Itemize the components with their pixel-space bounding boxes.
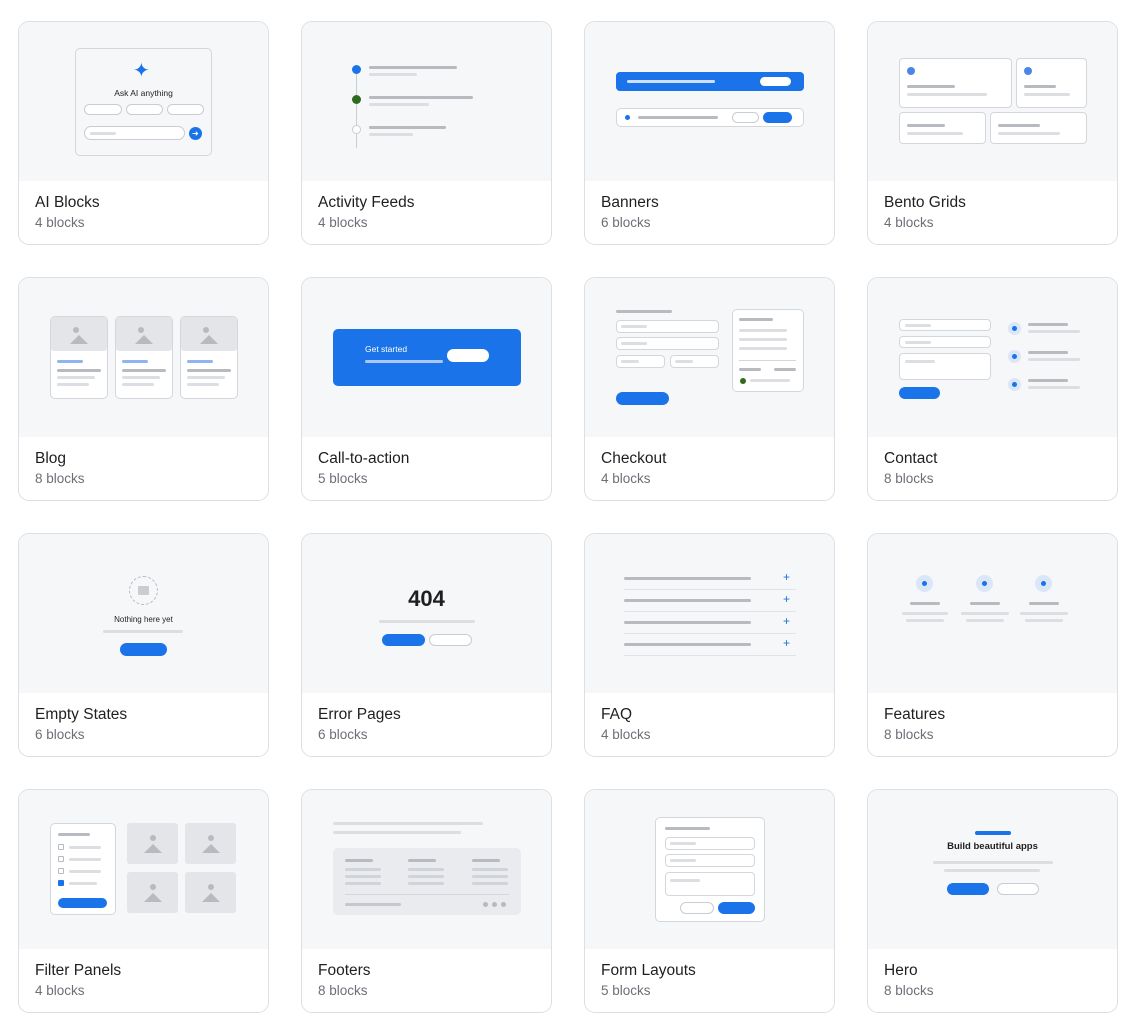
thumbnail-error-pages: 404 bbox=[302, 534, 551, 693]
image-placeholder-icon bbox=[116, 317, 172, 351]
card-count: 4 blocks bbox=[884, 215, 934, 230]
card-title: Bento Grids bbox=[884, 194, 966, 211]
card-count: 4 blocks bbox=[35, 983, 85, 998]
ai-prompt-heading: Ask AI anything bbox=[114, 88, 173, 98]
thumbnail-call-to-action: Get started bbox=[302, 278, 551, 437]
cta-heading: Get started bbox=[365, 344, 408, 354]
sparkle-icon: ✦ bbox=[133, 60, 150, 82]
card-bento-grids[interactable]: Bento Grids 4 blocks bbox=[867, 21, 1118, 245]
card-title: AI Blocks bbox=[35, 194, 100, 211]
thumbnail-faq: + + + + bbox=[585, 534, 834, 693]
card-faq[interactable]: + + + + FAQ 4 blocks bbox=[584, 533, 835, 757]
card-count: 4 blocks bbox=[601, 727, 651, 742]
error-code: 404 bbox=[408, 586, 445, 611]
thumbnail-footers bbox=[302, 790, 551, 949]
thumbnail-banners bbox=[585, 22, 834, 181]
thumbnail-form-layouts bbox=[585, 790, 834, 949]
thumbnail-empty-states: Nothing here yet bbox=[19, 534, 268, 693]
card-count: 6 blocks bbox=[35, 727, 85, 742]
card-count: 6 blocks bbox=[318, 727, 368, 742]
card-contact[interactable]: Contact 8 blocks bbox=[867, 277, 1118, 501]
card-count: 4 blocks bbox=[35, 215, 85, 230]
card-title: Empty States bbox=[35, 706, 128, 723]
card-blog[interactable]: Blog 8 blocks bbox=[18, 277, 269, 501]
card-count: 8 blocks bbox=[884, 983, 934, 998]
card-empty-states[interactable]: Nothing here yet Empty States 6 blocks bbox=[18, 533, 269, 757]
empty-state-heading: Nothing here yet bbox=[114, 615, 173, 624]
card-ai-blocks[interactable]: ✦ Ask AI anything ➜ AI Blocks 4 blocks bbox=[18, 21, 269, 245]
plus-icon: + bbox=[783, 614, 791, 628]
thumbnail-blog bbox=[19, 278, 268, 437]
card-title: Features bbox=[884, 706, 946, 723]
card-count: 4 blocks bbox=[318, 215, 368, 230]
card-footers[interactable]: Footers 8 blocks bbox=[301, 789, 552, 1013]
card-title: Call-to-action bbox=[318, 450, 410, 467]
image-placeholder-icon bbox=[51, 317, 107, 351]
card-error-pages[interactable]: 404 Error Pages 6 blocks bbox=[301, 533, 552, 757]
plus-icon: + bbox=[783, 592, 791, 606]
card-count: 8 blocks bbox=[318, 983, 368, 998]
plus-icon: + bbox=[783, 636, 791, 650]
thumbnail-ai-blocks: ✦ Ask AI anything ➜ bbox=[19, 22, 268, 181]
thumbnail-activity-feeds bbox=[302, 22, 551, 181]
card-title: FAQ bbox=[601, 706, 633, 723]
card-activity-feeds[interactable]: Activity Feeds 4 blocks bbox=[301, 21, 552, 245]
thumbnail-features bbox=[868, 534, 1117, 693]
card-filter-panels[interactable]: Filter Panels 4 blocks bbox=[18, 789, 269, 1013]
card-title: Blog bbox=[35, 450, 67, 467]
card-count: 5 blocks bbox=[601, 983, 651, 998]
hero-heading: Build beautiful apps bbox=[947, 841, 1038, 852]
thumbnail-hero: Build beautiful apps bbox=[868, 790, 1117, 949]
card-title: Form Layouts bbox=[601, 962, 696, 979]
card-hero[interactable]: Build beautiful apps Hero 8 blocks bbox=[867, 789, 1118, 1013]
plus-icon: + bbox=[783, 570, 791, 584]
card-title: Activity Feeds bbox=[318, 194, 415, 211]
card-checkout[interactable]: Checkout 4 blocks bbox=[584, 277, 835, 501]
card-count: 4 blocks bbox=[601, 471, 651, 486]
thumbnail-filter-panels bbox=[19, 790, 268, 949]
image-placeholder-icon bbox=[181, 317, 237, 351]
thumbnail-contact bbox=[868, 278, 1117, 437]
card-call-to-action[interactable]: Get started Call-to-action 5 blocks bbox=[301, 277, 552, 501]
card-title: Contact bbox=[884, 450, 938, 467]
card-title: Banners bbox=[601, 194, 659, 211]
card-count: 6 blocks bbox=[601, 215, 651, 230]
category-grid: ✦ Ask AI anything ➜ AI Blocks 4 blocks A… bbox=[18, 21, 1118, 1013]
card-count: 8 blocks bbox=[884, 727, 934, 742]
card-features[interactable]: Features 8 blocks bbox=[867, 533, 1118, 757]
card-count: 8 blocks bbox=[35, 471, 85, 486]
card-title: Footers bbox=[318, 962, 371, 979]
card-title: Hero bbox=[884, 962, 918, 979]
thumbnail-bento-grids bbox=[868, 22, 1117, 181]
card-title: Checkout bbox=[601, 450, 667, 467]
card-title: Filter Panels bbox=[35, 962, 122, 979]
thumbnail-checkout bbox=[585, 278, 834, 437]
card-form-layouts[interactable]: Form Layouts 5 blocks bbox=[584, 789, 835, 1013]
card-count: 5 blocks bbox=[318, 471, 368, 486]
card-count: 8 blocks bbox=[884, 471, 934, 486]
card-banners[interactable]: Banners 6 blocks bbox=[584, 21, 835, 245]
card-title: Error Pages bbox=[318, 706, 401, 723]
